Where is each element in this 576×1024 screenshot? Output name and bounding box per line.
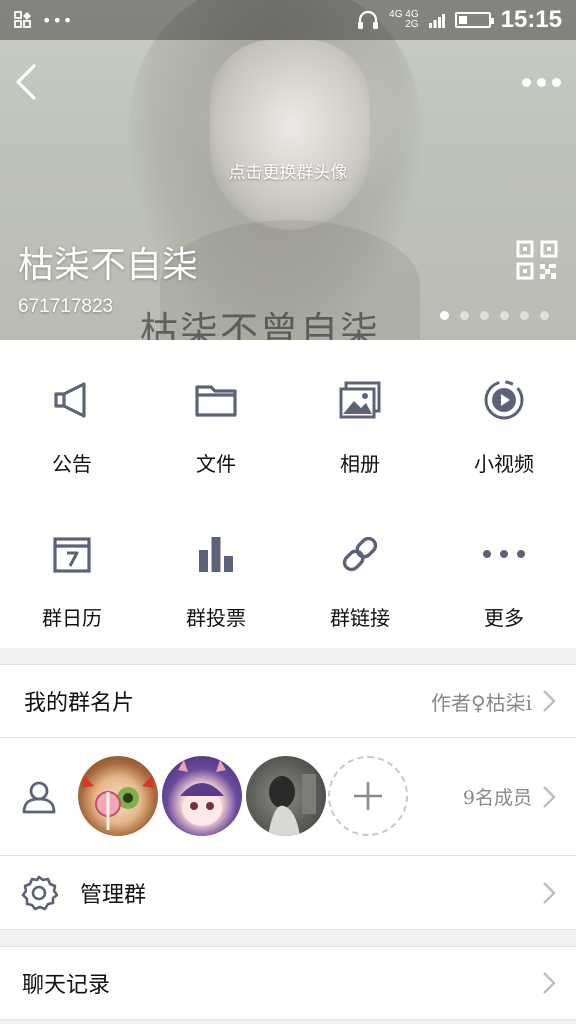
dot <box>536 77 546 87</box>
signal-bars-icon <box>428 14 445 28</box>
album-button[interactable]: 相册 <box>288 340 432 494</box>
battery-icon <box>454 12 494 28</box>
more-options-button[interactable] <box>518 68 564 96</box>
page-dot <box>540 311 549 320</box>
dot <box>521 77 531 87</box>
status-time: 15:15 <box>500 6 562 33</box>
chat-history-label: 聊天记录 <box>22 973 111 998</box>
photo-album-icon <box>339 381 381 419</box>
more-functions-label: 更多 <box>484 606 524 630</box>
headphones-icon <box>358 10 379 29</box>
avatar <box>268 774 316 836</box>
group-name: 枯柒不自柒 <box>18 245 199 286</box>
link-icon <box>342 536 378 572</box>
manage-group-row[interactable]: 管理群 <box>0 856 576 930</box>
cover-image-text: 枯柒不曾自柒 <box>140 309 381 340</box>
chevron-right-icon <box>543 785 556 808</box>
files-label: 文件 <box>196 452 236 476</box>
qr-code-button[interactable] <box>516 240 558 280</box>
group-id: 671717823 <box>18 296 114 317</box>
my-group-card-label: 我的群名片 <box>24 691 135 716</box>
album-label: 相册 <box>340 452 380 476</box>
files-button[interactable]: 文件 <box>144 340 288 494</box>
short-video-button[interactable]: 小视频 <box>432 340 576 494</box>
announcement-label: 公告 <box>52 452 92 476</box>
announcement-button[interactable]: 公告 <box>0 340 144 494</box>
app-grid-icon <box>14 11 31 28</box>
group-link-label: 群链接 <box>330 606 390 630</box>
megaphone-icon <box>54 382 86 418</box>
members-icon <box>22 781 56 814</box>
page-dot <box>480 311 489 320</box>
short-video-label: 小视频 <box>474 452 534 476</box>
member-avatar-3[interactable] <box>246 756 326 836</box>
video-play-icon <box>484 380 524 420</box>
status-bar: ••• 4G 4G 2G 15:15 <box>0 0 576 40</box>
dot <box>551 77 561 87</box>
group-cover[interactable]: 枯柒不曾自柒 ••• 4G 4G 2G 15:15 点击更换群头像 枯柒不自柒 … <box>0 0 576 340</box>
more-dots-icon <box>483 550 525 558</box>
folder-icon <box>195 385 237 417</box>
vote-button[interactable]: 群投票 <box>144 494 288 648</box>
qr-code-icon <box>516 240 558 280</box>
gear-icon <box>21 875 58 910</box>
page-dot <box>500 311 509 320</box>
vote-label: 群投票 <box>186 606 246 630</box>
chevron-right-icon <box>543 881 556 904</box>
cover-illustration-face <box>210 40 370 230</box>
change-group-avatar-link[interactable]: 点击更换群头像 <box>0 158 576 183</box>
chevron-right-icon <box>543 972 556 994</box>
member-avatar-1[interactable] <box>78 756 158 836</box>
manage-group-label: 管理群 <box>80 882 147 908</box>
group-link-button[interactable]: 群链接 <box>288 494 432 648</box>
page-dot <box>440 311 449 320</box>
avatar <box>178 760 226 826</box>
cover-page-indicator <box>440 311 549 320</box>
add-member-button[interactable] <box>328 756 408 836</box>
my-group-card-value: 作者♀枯柒i <box>430 690 532 715</box>
notification-more-icon: ••• <box>42 10 74 30</box>
chevron-right-icon <box>543 690 556 712</box>
member-avatar-2[interactable] <box>162 756 242 836</box>
avatar <box>82 776 154 830</box>
plus-icon <box>354 782 382 810</box>
back-button[interactable] <box>10 60 46 104</box>
group-members-row[interactable]: 9名成员 <box>0 738 576 856</box>
page-dot <box>460 311 469 320</box>
chat-history-row[interactable]: 聊天记录 <box>0 946 576 1020</box>
page-dot <box>520 311 529 320</box>
more-functions-button[interactable]: 更多 <box>432 494 576 648</box>
bar-chart-icon <box>199 537 233 572</box>
calendar-button[interactable]: 群日历 <box>0 494 144 648</box>
member-count: 9名成员 <box>462 787 532 809</box>
signal-indicator: 4G 4G 2G <box>389 9 419 30</box>
calendar-icon <box>53 537 91 573</box>
group-function-grid: 公告 文件 相册 小视频 群日历 群投票 群链接 更多 <box>0 340 576 648</box>
chevron-left-icon <box>16 64 36 100</box>
calendar-label: 群日历 <box>42 606 102 630</box>
my-group-card-row[interactable]: 我的群名片 作者♀枯柒i <box>0 664 576 738</box>
